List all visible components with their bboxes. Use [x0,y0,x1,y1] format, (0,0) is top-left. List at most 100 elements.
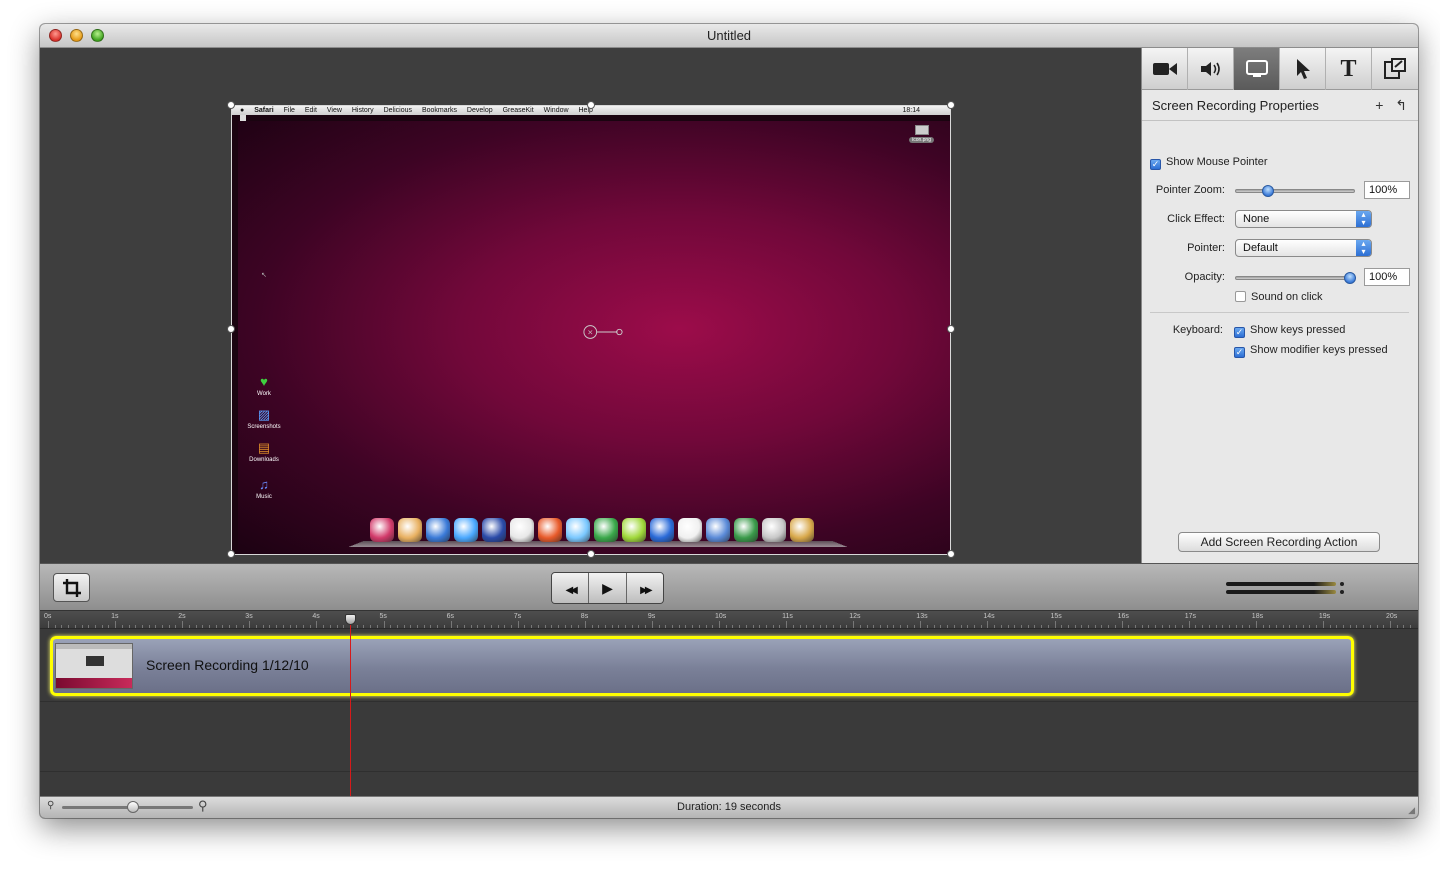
tick-label: 6s [446,613,454,620]
opacity-field[interactable]: 100% [1364,268,1410,286]
dock-app-icon[interactable] [762,518,786,542]
desktop-icon-music[interactable]: ♫ Music [244,477,284,500]
meter-bar [1226,582,1336,586]
dock-app-icon[interactable] [650,518,674,542]
opacity-slider[interactable] [1235,272,1356,284]
resize-handle-e[interactable] [947,325,955,333]
tick-mark [906,625,908,628]
tick-mark [115,621,117,628]
tick-mark [973,625,975,628]
tick-mark [101,625,103,628]
desktop-icon-screenshots[interactable]: ▨ Screenshots [244,407,284,430]
tick-mark [725,625,727,628]
tab-audio[interactable] [1188,48,1234,90]
dock-app-icon[interactable] [566,518,590,542]
minimize-button[interactable] [70,29,83,42]
desktop-icon-work[interactable]: ♥ Work [244,374,284,397]
dock-app-icon[interactable] [482,518,506,542]
dock-app-icon[interactable] [370,518,394,542]
dock-app-icon[interactable] [538,518,562,542]
dock-app-icon[interactable] [734,518,758,542]
tick-mark [1141,625,1143,628]
show-modifier-keys-checkbox[interactable]: ✓ Show modifier keys pressed [1234,344,1388,358]
slider-knob[interactable] [1344,272,1356,284]
meter-dot [1340,590,1344,594]
tab-screen[interactable] [1234,48,1280,90]
dock-app-icon[interactable] [398,518,422,542]
tab-video[interactable] [1142,48,1188,90]
dock-app-icon[interactable] [426,518,450,542]
resize-handle-ne[interactable] [947,101,955,109]
resize-grip-icon[interactable]: ◢ [1408,805,1415,816]
tick-mark [329,625,331,628]
click-effect-popup[interactable]: None ▴ ▾ [1235,210,1372,228]
tick-mark [987,621,989,628]
add-screen-recording-action-button[interactable]: Add Screen Recording Action [1178,532,1380,552]
tick-mark [1322,621,1324,628]
dock-app-icon[interactable] [454,518,478,542]
tick-label: 19s [1318,613,1331,620]
tick-mark [457,625,459,628]
rewind-button[interactable]: ◀◀ [552,573,590,603]
tick-label: 2s [178,613,186,620]
tab-pointer[interactable] [1280,48,1326,90]
tick-mark [765,625,767,628]
pointer-zoom-slider[interactable] [1235,185,1355,197]
resize-handle-sw[interactable] [227,550,235,558]
control-bar: ◀◀ ▶ ▶▶ [40,563,1418,611]
dock-app-icon[interactable] [594,518,618,542]
dock-app-icon[interactable] [706,518,730,542]
tick-label: 0s [44,613,52,620]
close-button[interactable] [49,29,62,42]
tick-mark [1061,625,1063,628]
tick-mark [631,625,633,628]
dock-app-icon[interactable] [790,518,814,542]
tick-mark [920,621,922,628]
dock-app-icon[interactable] [622,518,646,542]
pointer-zoom-field[interactable]: 100% [1364,181,1410,199]
thumbnail-footer-icon [56,678,132,688]
recording-preview[interactable]: ● Safari File Edit View History Deliciou… [231,105,951,555]
corner-file-icon: icon.png [909,125,934,143]
tick-mark [1047,625,1049,628]
tick-mark [1282,625,1284,628]
tick-mark [141,625,143,628]
tick-label: 16s [1117,613,1129,620]
resize-handle-n[interactable] [587,101,595,109]
tick-mark [423,625,425,628]
playhead-handle[interactable] [344,614,356,625]
sound-on-click-checkbox[interactable]: Sound on click [1235,291,1323,303]
resize-handle-s[interactable] [587,550,595,558]
preview-menu-item: GreaseKit [502,107,534,114]
timeline-clip[interactable]: Screen Recording 1/12/10 [50,636,1354,696]
crop-button[interactable] [53,573,90,602]
resize-handle-se[interactable] [947,550,955,558]
dock-app-icon[interactable] [510,518,534,542]
dock-app-icon[interactable] [678,518,702,542]
fast-forward-button[interactable]: ▶▶ [626,573,663,603]
slider-knob[interactable] [1261,185,1274,197]
zoom-button[interactable] [91,29,104,42]
inspector-tabs: T [1142,48,1418,90]
tab-text[interactable]: T [1326,48,1372,90]
desktop-icon-label: Screenshots [247,424,281,430]
tick-mark [1175,625,1177,628]
resize-handle-w[interactable] [227,325,235,333]
tick-mark [1228,625,1230,628]
preview-menu-item: Window [543,107,569,114]
zoom-center-control[interactable]: × [583,323,623,341]
revert-icon[interactable]: ↰ [1395,97,1407,113]
desktop-icon-downloads[interactable]: ▤ Downloads [244,440,284,463]
timeline-ruler[interactable]: 0s 1s 2s 3s 4s 5s 6s 7s 8s 9s 10s 11s 12s 13s 14s 15s 16… [40,611,1418,629]
thumbnail-screen-icon [56,644,132,649]
tick-mark [1249,625,1251,628]
tick-mark [464,625,466,628]
pointer-popup[interactable]: Default ▴ ▾ [1235,239,1372,257]
play-button[interactable]: ▶ [589,573,627,603]
resize-handle-nw[interactable] [227,101,235,109]
add-action-icon[interactable]: + [1375,97,1383,113]
tick-mark [819,625,821,628]
tab-export[interactable] [1372,48,1418,90]
show-keys-pressed-checkbox[interactable]: ✓ Show keys pressed [1234,324,1345,338]
show-mouse-pointer-checkbox[interactable]: ✓ Show Mouse Pointer [1150,156,1268,170]
